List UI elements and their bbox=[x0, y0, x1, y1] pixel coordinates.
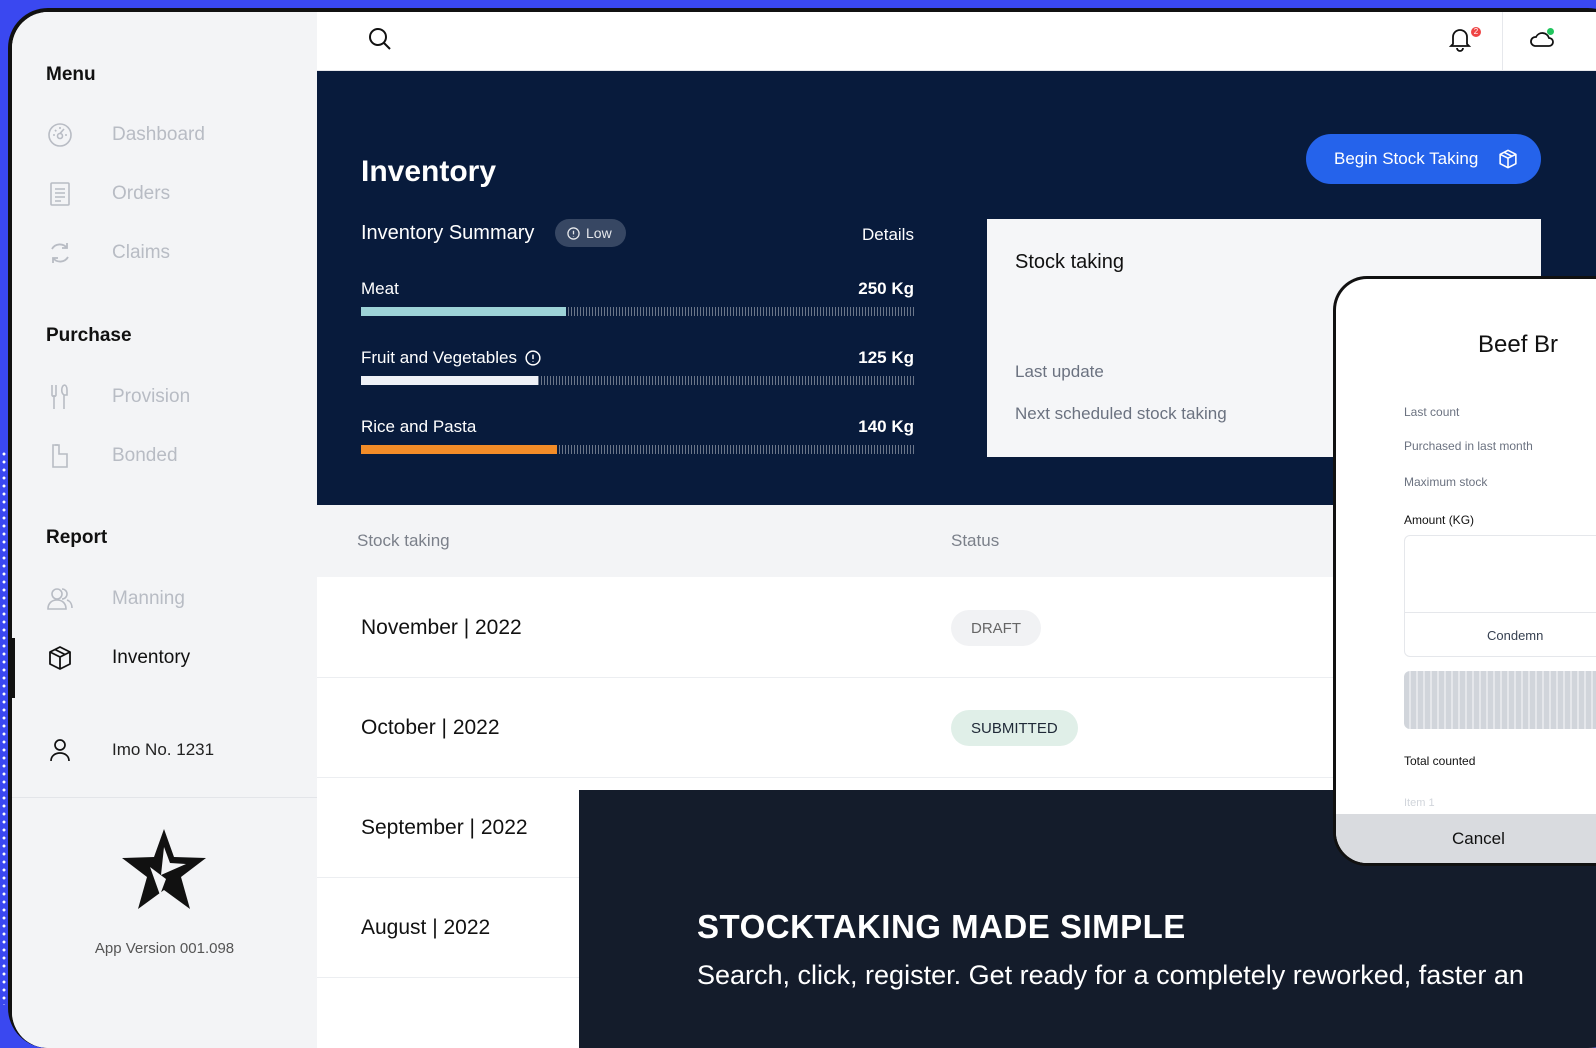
input-divider bbox=[1405, 612, 1596, 613]
top-bar: 2 bbox=[317, 12, 1596, 71]
sidebar-divider bbox=[12, 797, 317, 798]
item-detail-title: Beef Br bbox=[1478, 331, 1559, 358]
user-profile-item[interactable]: Imo No. 1231 bbox=[46, 730, 306, 770]
inventory-item-name: Fruit and Vegetables bbox=[361, 348, 541, 368]
sync-status-dot bbox=[1547, 28, 1554, 35]
amount-label: Amount (KG) bbox=[1404, 513, 1475, 527]
brand-star-logo bbox=[120, 827, 208, 916]
user-label: Imo No. 1231 bbox=[112, 740, 215, 759]
row-period: November | 2022 bbox=[361, 616, 522, 639]
next-scheduled-label: Next scheduled stock taking bbox=[1015, 404, 1227, 423]
inventory-summary-title: Inventory Summary bbox=[361, 222, 535, 244]
banner-headline: STOCKTAKING MADE SIMPLE bbox=[697, 908, 1186, 945]
purchased-last-month-label: Purchased in last month bbox=[1404, 439, 1533, 453]
inventory-item-amount: 140 Kg bbox=[858, 417, 914, 436]
condemn-button[interactable]: Condemn bbox=[1487, 628, 1543, 643]
low-status-badge: Low bbox=[555, 219, 626, 247]
purchase-section-title: Purchase bbox=[46, 325, 132, 346]
user-icon bbox=[46, 736, 74, 764]
low-badge-label: Low bbox=[586, 225, 612, 241]
box-icon bbox=[1497, 148, 1519, 175]
sidebar-item-label: Claims bbox=[112, 242, 171, 263]
details-link[interactable]: Details bbox=[862, 225, 914, 245]
begin-stock-taking-button[interactable]: Begin Stock Taking bbox=[1306, 134, 1541, 184]
inventory-level-track bbox=[361, 376, 914, 385]
sidebar-item-inventory[interactable]: Inventory bbox=[46, 638, 306, 678]
amount-input[interactable]: Condemn bbox=[1404, 535, 1596, 657]
status-badge: SUBMITTED bbox=[951, 710, 1078, 746]
inventory-item-name: Rice and Pasta bbox=[361, 417, 476, 437]
sidebar-item-bonded[interactable]: Bonded bbox=[46, 436, 306, 476]
box-icon bbox=[46, 644, 74, 672]
sidebar-item-label: Orders bbox=[112, 183, 171, 204]
maximum-stock-label: Maximum stock bbox=[1404, 475, 1488, 489]
sidebar-item-label: Inventory bbox=[112, 647, 191, 668]
begin-button-label: Begin Stock Taking bbox=[1334, 149, 1479, 168]
inventory-item-name: Meat bbox=[361, 279, 399, 299]
sidebar-item-label: Bonded bbox=[112, 445, 178, 466]
search-button[interactable] bbox=[367, 26, 393, 57]
last-count-label: Last count bbox=[1404, 405, 1460, 419]
active-indicator bbox=[12, 638, 15, 698]
sidebar-item-claims[interactable]: Claims bbox=[46, 233, 306, 273]
info-icon bbox=[567, 226, 580, 240]
count-slider[interactable] bbox=[1404, 671, 1596, 729]
crew-icon bbox=[46, 585, 74, 613]
bell-icon bbox=[1448, 29, 1472, 52]
inventory-level-track bbox=[361, 445, 914, 454]
sidebar-item-label: Manning bbox=[112, 588, 185, 609]
sidebar-item-label: Dashboard bbox=[112, 124, 205, 145]
sidebar: Menu Dashboard Orders Claims Purchase Pr… bbox=[12, 12, 317, 1048]
row-period: September | 2022 bbox=[361, 816, 528, 839]
info-icon[interactable] bbox=[525, 350, 541, 366]
sidebar-item-provision[interactable]: Provision bbox=[46, 377, 306, 417]
page-title: Inventory bbox=[361, 155, 497, 188]
total-counted-label: Total counted bbox=[1404, 754, 1476, 768]
cancel-label: Cancel bbox=[1452, 829, 1505, 848]
item-name-text: Meat bbox=[361, 279, 399, 298]
notifications-button[interactable] bbox=[1447, 26, 1473, 57]
topbar-divider bbox=[1502, 12, 1503, 70]
column-header-status: Status bbox=[951, 531, 1000, 550]
menu-section-title: Menu bbox=[46, 64, 96, 85]
sidebar-item-dashboard[interactable]: Dashboard bbox=[46, 115, 306, 155]
banner-text: Search, click, register. Get ready for a… bbox=[697, 960, 1524, 990]
inventory-level-fill bbox=[361, 376, 538, 385]
notification-badge: 2 bbox=[1471, 27, 1481, 37]
column-header-stock-taking: Stock taking bbox=[357, 531, 450, 550]
report-section-title: Report bbox=[46, 527, 108, 548]
inventory-level-fill bbox=[361, 307, 566, 316]
last-update-label: Last update bbox=[1015, 362, 1104, 381]
sidebar-item-orders[interactable]: Orders bbox=[46, 174, 306, 214]
sidebar-item-label: Provision bbox=[112, 386, 191, 407]
fork-knife-icon bbox=[46, 383, 74, 411]
inventory-level-fill bbox=[361, 445, 558, 454]
inventory-item-amount: 125 Kg bbox=[858, 348, 914, 367]
row-period: October | 2022 bbox=[361, 716, 500, 739]
row-period: August | 2022 bbox=[361, 916, 491, 939]
receipt-icon bbox=[46, 180, 74, 208]
phone-screen: Beef Br Last count Purchased in last mon… bbox=[1336, 279, 1596, 863]
item-placeholder: Item 1 bbox=[1404, 797, 1435, 809]
sidebar-item-manning[interactable]: Manning bbox=[46, 579, 306, 619]
item-name-text: Fruit and Vegetables bbox=[361, 348, 517, 367]
inventory-item-amount: 250 Kg bbox=[858, 279, 914, 298]
item-name-text: Rice and Pasta bbox=[361, 417, 477, 436]
stock-card-title: Stock taking bbox=[1015, 251, 1124, 273]
refresh-icon bbox=[46, 239, 74, 267]
phone-mockup: Beef Br Last count Purchased in last mon… bbox=[1333, 276, 1596, 866]
gauge-icon bbox=[46, 121, 74, 149]
inventory-level-track bbox=[361, 307, 914, 316]
app-version: App Version 001.098 bbox=[94, 940, 235, 957]
bottle-icon bbox=[46, 442, 74, 470]
cancel-button[interactable]: Cancel bbox=[1336, 814, 1596, 863]
status-badge: DRAFT bbox=[951, 610, 1041, 646]
search-icon bbox=[369, 28, 391, 50]
